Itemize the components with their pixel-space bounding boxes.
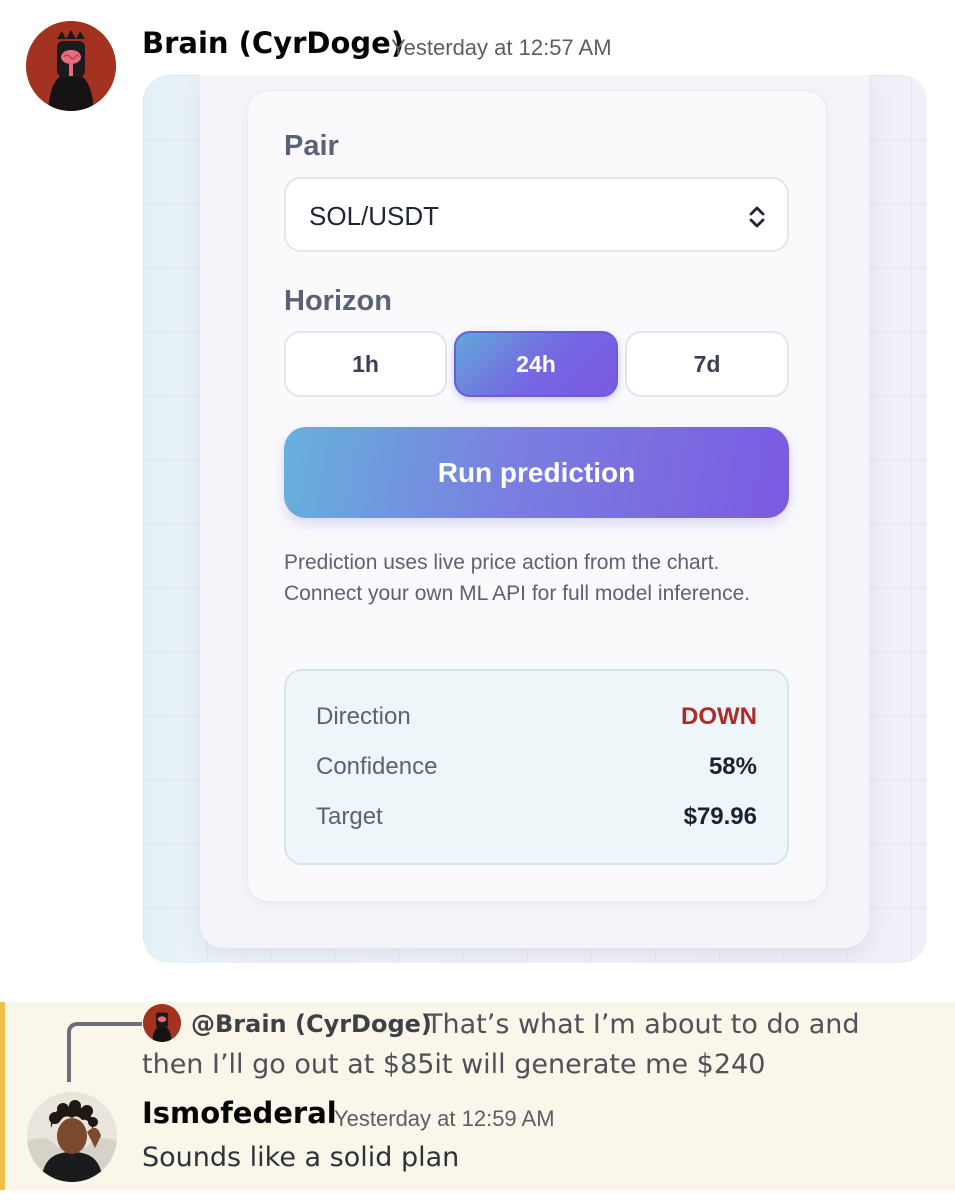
message-text: Sounds like a solid plan [142, 1142, 460, 1173]
run-prediction-button[interactable]: Run prediction [284, 427, 789, 518]
horizon-option-7d[interactable]: 7d [625, 331, 789, 397]
direction-value: DOWN [681, 703, 757, 730]
target-value: $79.96 [683, 803, 757, 830]
image-attachment[interactable]: Pair SOL/USDT Horizon 1h 24h 7d Run pred… [143, 75, 927, 963]
direction-label: Direction [316, 703, 411, 730]
reply-spine-icon [67, 1022, 142, 1082]
prediction-note: Prediction uses live price action from t… [284, 551, 751, 605]
pair-select[interactable]: SOL/USDT [284, 177, 789, 252]
mention-highlight-bar [0, 1002, 5, 1190]
pair-select-value: SOL/USDT [309, 201, 440, 231]
confidence-value: 58% [708, 753, 757, 780]
horizon-option-1h[interactable]: 1h [284, 331, 447, 397]
prediction-result-box: Direction DOWN Confidence 58% Target $79… [284, 669, 789, 865]
horizon-label: Horizon [284, 285, 392, 317]
message-author[interactable]: Brain (CyrDoge) [142, 26, 404, 60]
target-label: Target [316, 803, 383, 830]
chevron-up-down-icon [749, 206, 765, 228]
message-author[interactable]: Ismofederal [142, 1096, 337, 1130]
pair-label: Pair [284, 130, 339, 162]
horizon-option-24h[interactable]: 24h [454, 331, 618, 397]
message-timestamp: Yesterday at 12:57 AM [391, 35, 612, 60]
replied-author-avatar[interactable] [143, 1004, 181, 1042]
confidence-label: Confidence [316, 753, 438, 780]
reply-message: That’s what I’m about to do and then I’l… [0, 1002, 955, 1190]
brain-helmet-avatar[interactable] [26, 21, 116, 111]
curly-hair-avatar[interactable] [27, 1092, 117, 1182]
message-timestamp: Yesterday at 12:59 AM [334, 1106, 555, 1131]
replied-author-mention[interactable]: @Brain (CyrDoge) [191, 1010, 432, 1038]
